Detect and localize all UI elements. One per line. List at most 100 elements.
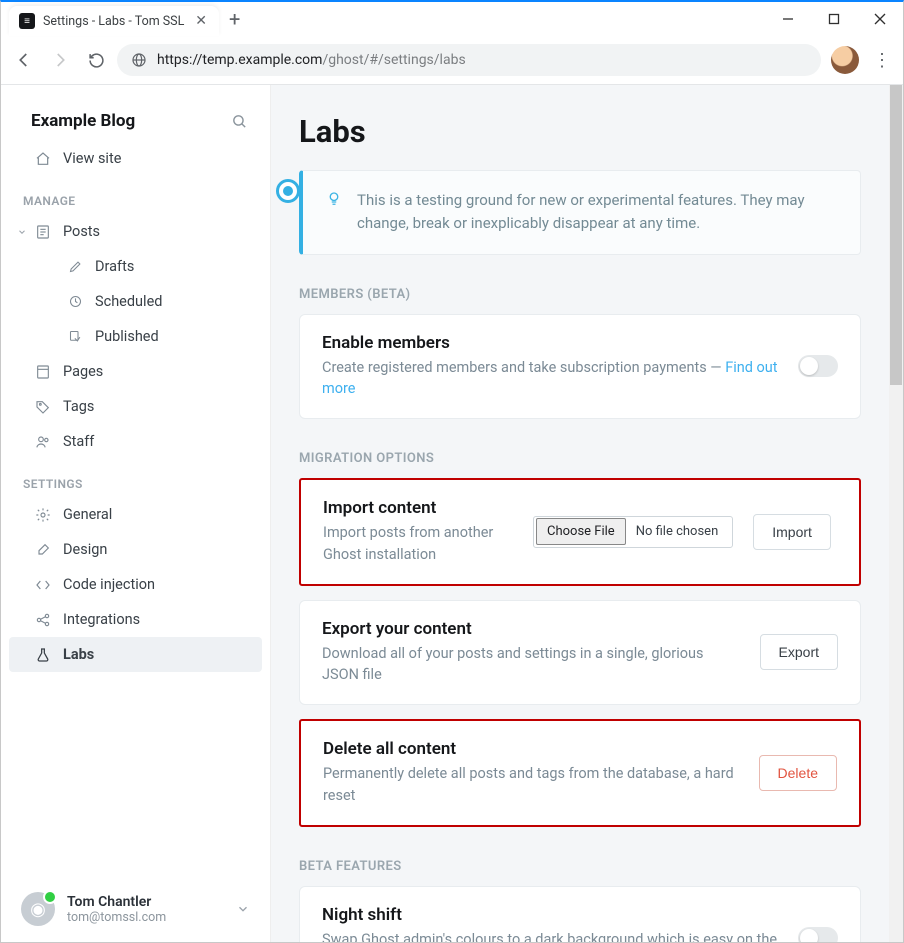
lightbulb-icon — [325, 190, 343, 208]
address-bar[interactable]: https://temp.example.com/ghost/#/setting… — [117, 44, 821, 76]
members-desc: Create registered members and take subsc… — [322, 359, 725, 376]
sidebar-group-settings: Settings — [1, 459, 270, 497]
import-card: Import content Import posts from another… — [299, 478, 861, 586]
window-minimize-icon[interactable] — [765, 2, 811, 36]
export-title: Export your content — [322, 619, 740, 639]
sidebar-item-label: View site — [63, 150, 121, 167]
posts-icon — [35, 224, 51, 240]
sidebar-item-labs[interactable]: Labs — [9, 637, 262, 672]
clock-icon — [67, 294, 83, 310]
user-name: Tom Chantler — [67, 894, 166, 910]
new-tab-button[interactable]: + — [219, 2, 250, 36]
browser-chrome: ≡ Settings - Labs - Tom SSL ✕ + — [1, 2, 903, 85]
staff-icon — [35, 434, 51, 450]
import-title: Import content — [323, 498, 513, 518]
members-card: Enable members Create registered members… — [299, 314, 861, 420]
sidebar-item-posts[interactable]: Posts — [1, 214, 270, 249]
export-card: Export your content Download all of your… — [299, 600, 861, 706]
flask-icon — [35, 647, 51, 663]
tab-close-icon[interactable]: ✕ — [193, 13, 209, 29]
sidebar: Example Blog View site Manage Posts — [1, 85, 270, 942]
night-shift-toggle[interactable] — [798, 927, 838, 942]
user-avatar-icon: ◉ — [21, 892, 55, 926]
delete-title: Delete all content — [323, 739, 739, 759]
beta-card: Night shift Swap Ghost admin's colours t… — [299, 886, 861, 943]
section-members-label: Members (beta) — [299, 287, 861, 302]
nav-back-icon[interactable] — [9, 45, 39, 75]
profile-avatar[interactable] — [831, 46, 859, 74]
labs-notice: This is a testing ground for new or expe… — [299, 170, 861, 255]
sidebar-item-view-site[interactable]: View site — [1, 141, 270, 176]
nav-forward-icon — [45, 45, 75, 75]
sidebar-item-design[interactable]: Design — [1, 532, 270, 567]
address-url: https://temp.example.com/ghost/#/setting… — [157, 52, 466, 68]
gear-icon — [35, 507, 51, 523]
sidebar-item-label: Published — [95, 328, 159, 345]
home-icon — [35, 151, 51, 167]
sidebar-item-drafts[interactable]: Drafts — [1, 249, 270, 284]
user-menu-chevron-icon[interactable] — [236, 902, 250, 916]
search-icon[interactable] — [231, 113, 248, 130]
scrollbar[interactable] — [889, 85, 903, 942]
members-toggle[interactable] — [798, 355, 838, 377]
sidebar-item-label: Staff — [63, 433, 94, 450]
delete-desc: Permanently delete all posts and tags fr… — [323, 763, 739, 807]
section-beta-label: Beta features — [299, 859, 861, 874]
browser-titlebar: ≡ Settings - Labs - Tom SSL ✕ + — [1, 2, 903, 36]
tab-favicon-icon: ≡ — [19, 13, 35, 29]
delete-button[interactable]: Delete — [759, 755, 837, 791]
scrollbar-thumb[interactable] — [890, 85, 902, 385]
section-migration-label: Migration options — [299, 451, 861, 466]
file-status: No file chosen — [628, 519, 733, 544]
choose-file-button[interactable]: Choose File — [536, 518, 626, 545]
delete-card: Delete all content Permanently delete al… — [299, 719, 861, 827]
members-title: Enable members — [322, 333, 778, 353]
window-close-icon[interactable] — [857, 2, 903, 36]
sidebar-item-tags[interactable]: Tags — [1, 389, 270, 424]
window-maximize-icon[interactable] — [811, 2, 857, 36]
import-desc: Import posts from another Ghost installa… — [323, 522, 513, 566]
brush-icon — [35, 542, 51, 558]
published-icon — [67, 329, 83, 345]
integrations-icon — [35, 612, 51, 628]
import-file-input[interactable]: Choose File No file chosen — [533, 516, 733, 548]
browser-toolbar: https://temp.example.com/ghost/#/setting… — [1, 36, 903, 85]
blog-title[interactable]: Example Blog — [31, 111, 135, 131]
sidebar-item-integrations[interactable]: Integrations — [1, 602, 270, 637]
browser-tab[interactable]: ≡ Settings - Labs - Tom SSL ✕ — [9, 6, 219, 36]
export-button[interactable]: Export — [760, 634, 838, 670]
browser-menu-icon[interactable]: ⋮ — [869, 50, 895, 71]
notice-text: This is a testing ground for new or expe… — [357, 189, 838, 236]
chevron-down-icon — [17, 227, 29, 237]
sidebar-item-code-injection[interactable]: Code injection — [1, 567, 270, 602]
sidebar-item-label: General — [63, 506, 112, 523]
app: Example Blog View site Manage Posts — [1, 85, 903, 942]
content: Labs This is a testing ground for new or… — [270, 85, 903, 942]
sidebar-item-published[interactable]: Published — [1, 319, 270, 354]
sidebar-item-label: Scheduled — [95, 293, 162, 310]
sidebar-item-pages[interactable]: Pages — [1, 354, 270, 389]
sidebar-item-label: Integrations — [63, 611, 140, 628]
tag-icon — [35, 399, 51, 415]
sidebar-item-staff[interactable]: Staff — [1, 424, 270, 459]
pencil-icon — [67, 259, 83, 275]
sidebar-item-label: Code injection — [63, 576, 155, 593]
night-title: Night shift — [322, 905, 778, 925]
window-controls — [765, 2, 903, 36]
code-icon — [35, 577, 51, 593]
nav-reload-icon[interactable] — [81, 45, 111, 75]
sidebar-item-label: Tags — [63, 398, 94, 415]
import-button[interactable]: Import — [753, 514, 831, 550]
night-desc: Swap Ghost admin's colours to a dark bac… — [322, 929, 778, 943]
sidebar-item-scheduled[interactable]: Scheduled — [1, 284, 270, 319]
user-email: tom@tomssl.com — [67, 910, 166, 925]
sidebar-item-label: Posts — [63, 223, 100, 240]
sidebar-user[interactable]: ◉ Tom Chantler tom@tomssl.com — [1, 876, 270, 942]
site-info-icon[interactable] — [131, 52, 147, 68]
sidebar-item-label: Drafts — [95, 258, 134, 275]
page-title: Labs — [299, 113, 861, 150]
export-desc: Download all of your posts and settings … — [322, 643, 740, 687]
sidebar-item-general[interactable]: General — [1, 497, 270, 532]
onboarding-marker-icon[interactable] — [276, 179, 300, 203]
sidebar-group-manage: Manage — [1, 176, 270, 214]
